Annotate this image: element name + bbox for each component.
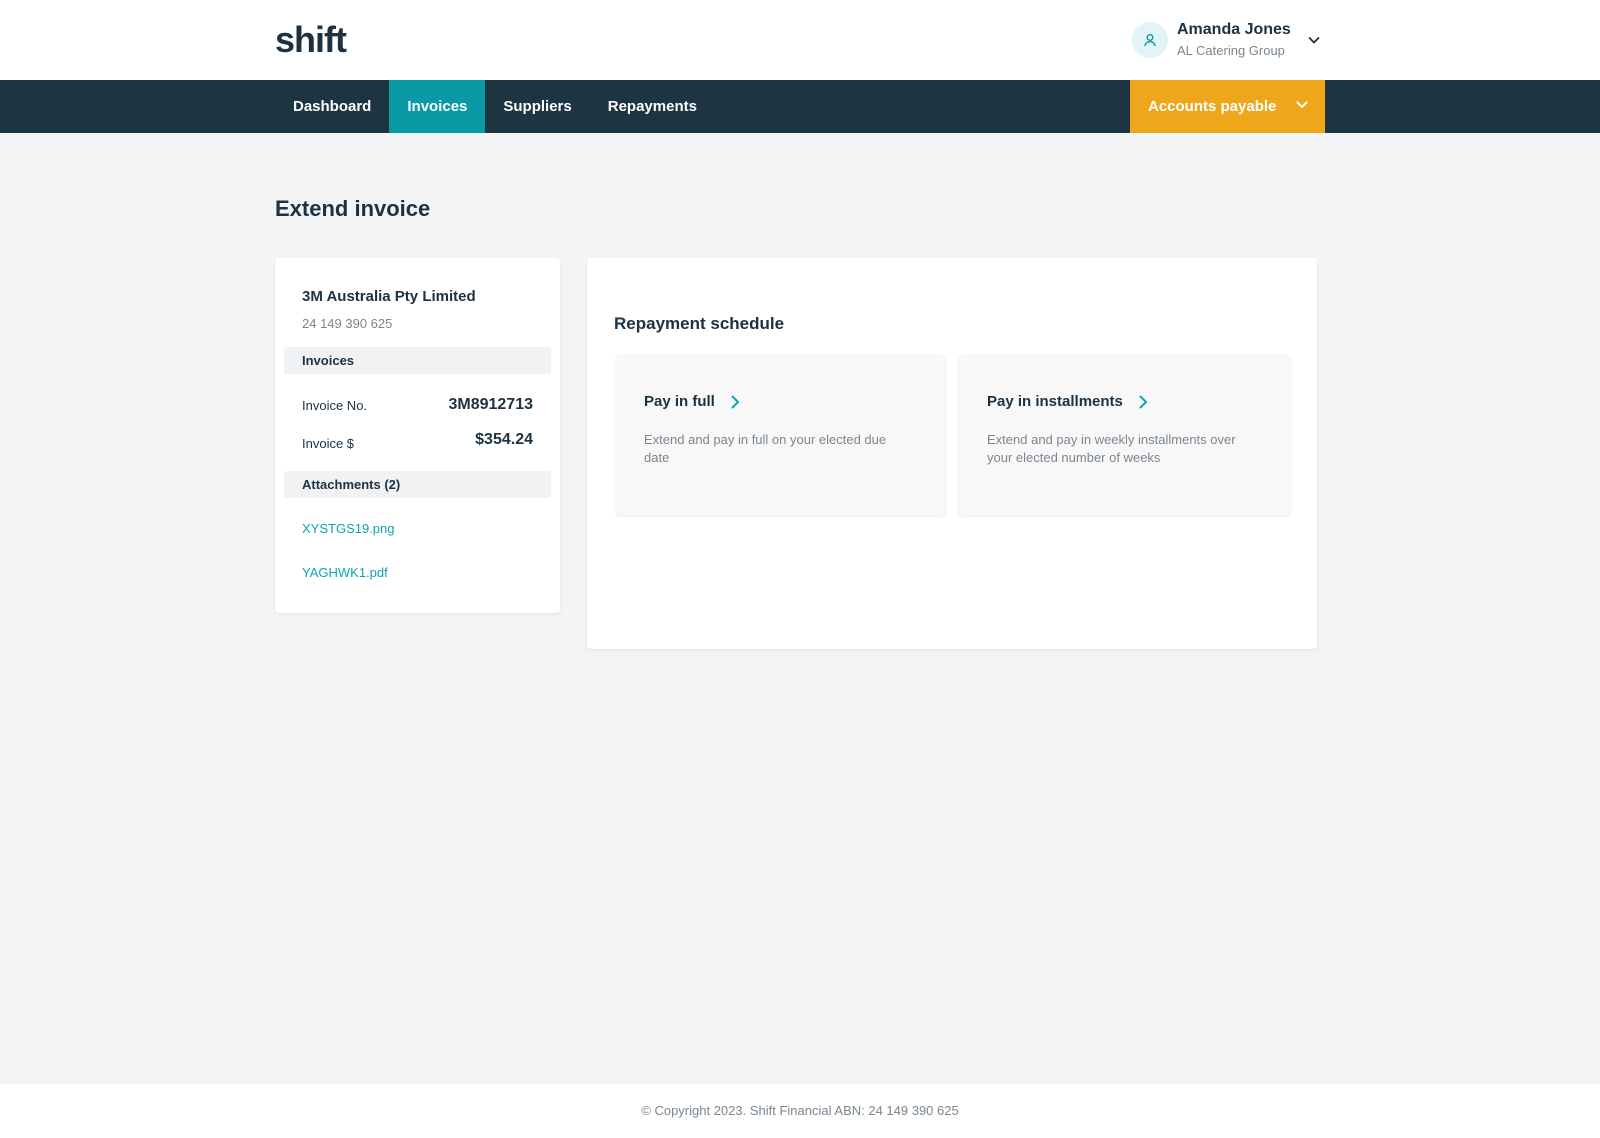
option-description: Extend and pay in weekly installments ov… [987,432,1236,465]
supplier-name: 3M Australia Pty Limited [302,288,476,305]
nav-item-dashboard[interactable]: Dashboard [275,80,389,133]
invoice-amount-label: Invoice $ [302,436,355,451]
accounts-payable-button[interactable]: Accounts payable [1130,80,1325,133]
nav-item-invoices[interactable]: Invoices [389,80,486,133]
user-icon [1132,22,1168,58]
user-organisation: AL Catering Group [1177,43,1285,58]
pay-in-installments-option[interactable]: Pay in installments Extend and pay in we… [959,355,1290,515]
repayment-schedule-title: Repayment schedule [614,314,785,333]
page-title: Extend invoice [275,196,431,221]
main-nav: Dashboard Invoices Suppliers Repayments … [0,80,1600,133]
shift-logo[interactable]: shift [275,20,347,60]
invoice-number-value: 3M8912713 [448,396,533,413]
supplier-abn: 24 149 390 625 [302,316,393,331]
invoice-number-label: Invoice No. [302,398,368,413]
chevron-down-icon[interactable] [1307,32,1323,48]
chevron-right-icon [1137,394,1149,410]
accounts-payable-label: Accounts payable [1148,98,1277,115]
invoice-amount-value: $354.24 [475,431,533,448]
option-title: Pay in installments [987,393,1123,410]
chevron-right-icon [729,394,741,410]
option-description: Extend and pay in full on your elected d… [644,432,887,465]
user-menu[interactable]: Amanda Jones AL Catering Group [1132,20,1323,60]
top-header: shift Amanda Jones AL Catering Group [0,0,1600,80]
invoice-summary-card: 3M Australia Pty Limited 24 149 390 625 … [275,258,560,613]
nav-item-suppliers[interactable]: Suppliers [485,80,589,133]
footer-copyright: © Copyright 2023. Shift Financial ABN: 2… [0,1084,1600,1138]
option-title: Pay in full [644,393,715,410]
attachment-link[interactable]: YAGHWK1.pdf [302,565,388,580]
pay-in-full-option[interactable]: Pay in full Extend and pay in full on yo… [616,355,945,515]
nav-item-repayments[interactable]: Repayments [590,80,715,133]
attachment-link[interactable]: XYSTGS19.png [302,521,395,536]
chevron-down-icon [1295,98,1309,116]
invoices-section-heading: Invoices [284,347,551,374]
user-name: Amanda Jones [1177,21,1291,38]
repayment-schedule-card: Repayment schedule Pay in full Extend an… [587,258,1317,649]
attachments-section-heading: Attachments (2) [284,471,551,498]
